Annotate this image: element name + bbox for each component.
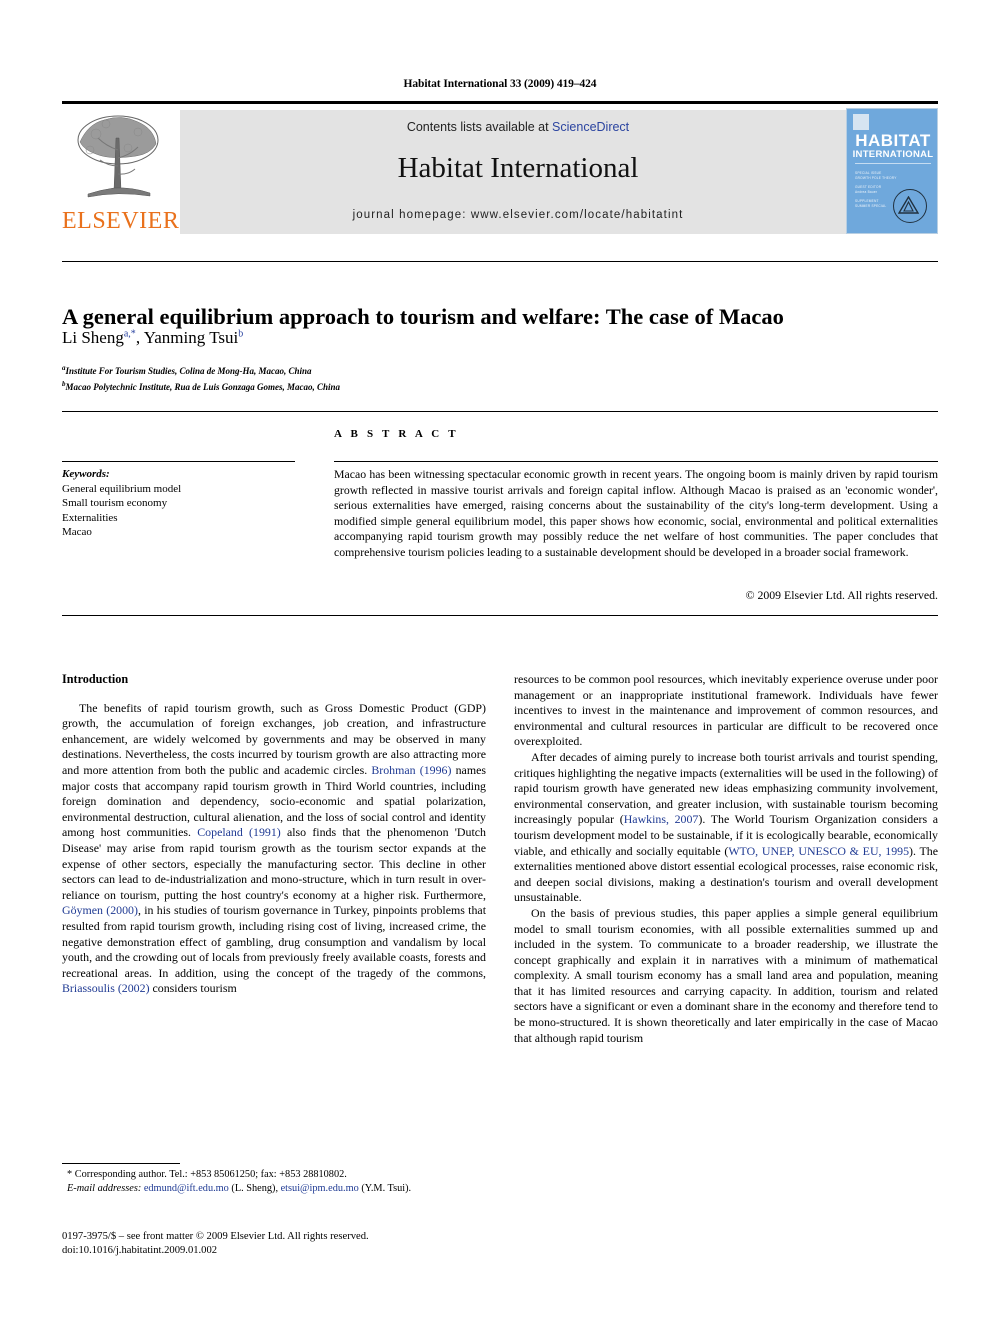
affiliation-text-b: Macao Polytechnic Institute, Rua de Luis… [65, 381, 341, 392]
elsevier-logo: ELSEVIER [62, 108, 180, 237]
paragraph: On the basis of previous studies, this p… [514, 905, 938, 1045]
journal-homepage-link[interactable]: journal homepage: www.elsevier.com/locat… [180, 209, 856, 221]
cover-divider [855, 163, 931, 164]
email-link-2[interactable]: etsui@ipm.edu.mo [281, 1183, 359, 1194]
body-column-left: Introduction The benefits of rapid touri… [62, 672, 486, 997]
citation-link[interactable]: Göymen (2000) [62, 903, 138, 917]
affiliation-a: aInstitute For Tourism Studies, Colina d… [62, 362, 938, 378]
citation-link[interactable]: Briassoulis (2002) [62, 981, 150, 995]
page-title: A general equilibrium approach to touris… [62, 304, 784, 330]
paper-page: Habitat International 33 (2009) 419–424 [0, 0, 992, 1323]
elsevier-tree-icon [68, 110, 168, 208]
abstract-heading: A B S T R A C T [334, 428, 459, 440]
paragraph: After decades of aiming purely to increa… [514, 749, 939, 905]
journal-masthead: ELSEVIER Contents lists available at Sci… [62, 101, 938, 237]
footnote-rule [62, 1163, 180, 1164]
cover-micro-line-6: SUMMER SPECIAL [855, 204, 887, 208]
keyword-item: Macao [62, 526, 92, 538]
keywords-block: Keywords: General equilibrium model Smal… [62, 467, 312, 540]
journal-cover-thumbnail[interactable]: HABITAT INTERNATIONAL SPECIAL ISSUE GROW… [846, 108, 938, 234]
affiliation-text-a: Institute For Tourism Studies, Colina de… [65, 366, 312, 376]
corresponding-author-note: * Corresponding author. Tel.: +853 85061… [67, 1169, 347, 1180]
email-owner-1: (L. Sheng), [231, 1183, 279, 1194]
cover-micro-line-2: GROWTH POLE THEORY [855, 176, 897, 180]
doi-line[interactable]: doi:10.1016/j.habitatint.2009.01.002 [62, 1244, 502, 1258]
cover-emblem-icon [893, 189, 927, 223]
abstract-bottom-rule [62, 615, 938, 616]
cover-title-line2: INTERNATIONAL [852, 149, 934, 160]
email-link-1[interactable]: edmund@ift.edu.mo [144, 1183, 229, 1194]
author-mark-2: b [238, 328, 244, 340]
copyright-line: © 2009 Elsevier Ltd. All rights reserved… [745, 588, 938, 602]
citation-link[interactable]: Brohman (1996) [371, 763, 451, 777]
imprint-block: 0197-3975/$ – see front matter © 2009 El… [62, 1230, 502, 1258]
keyword-item: Small tourism economy [62, 497, 168, 509]
affiliation-b: bMacao Polytechnic Institute, Rua de Lui… [62, 378, 938, 394]
keywords-rule [62, 461, 295, 462]
abstract-top-rule [62, 411, 938, 412]
running-head: Habitat International 33 (2009) 419–424 [403, 78, 597, 90]
email-addresses-note: E-mail addresses: edmund@ift.edu.mo (L. … [62, 1182, 486, 1196]
cover-micro-line-4: Andrea Bauer [855, 190, 878, 194]
paragraph: The benefits of rapid tourism growth, su… [62, 700, 486, 996]
author-name-1: Li Sheng [62, 328, 124, 347]
affiliation-list: aInstitute For Tourism Studies, Colina d… [62, 362, 938, 393]
cover-micro-line-5: SUPPLEMENT [855, 199, 879, 203]
cover-elsevier-icon [853, 114, 869, 130]
keyword-item: General equilibrium model [62, 482, 182, 495]
sciencedirect-link[interactable]: ScienceDirect [552, 120, 629, 134]
citation-link[interactable]: Copeland (1991) [197, 825, 281, 839]
issn-line: 0197-3975/$ – see front matter © 2009 El… [62, 1231, 369, 1242]
cover-micro-line-3: GUEST EDITOR [855, 185, 882, 189]
section-heading-introduction: Introduction [62, 672, 129, 686]
footnote-block: * Corresponding author. Tel.: +853 85061… [62, 1168, 486, 1196]
body-column-right: resources to be common pool resources, w… [514, 672, 938, 1046]
title-separator [62, 261, 938, 262]
contents-lists-line: Contents lists available at ScienceDirec… [180, 120, 856, 134]
abstract-rule [334, 461, 938, 462]
contents-lists-text: Contents lists available at [406, 120, 553, 134]
author-list: Li Shenga,*, Yanming Tsuib [62, 328, 244, 347]
cover-title-line1: HABITAT [855, 131, 931, 150]
citation-link[interactable]: Hawkins, 2007 [624, 812, 699, 826]
author-mark-1: a,* [123, 328, 136, 340]
elsevier-wordmark: ELSEVIER [62, 208, 180, 234]
journal-band: Contents lists available at ScienceDirec… [180, 110, 856, 234]
paragraph: resources to be common pool resources, w… [514, 672, 938, 749]
cover-micro-line-1: SPECIAL ISSUE [855, 171, 882, 175]
keyword-item: Externalities [62, 511, 118, 524]
journal-title: Habitat International [397, 152, 639, 184]
author-name-2: Yanming Tsui [143, 328, 239, 347]
email-addresses-label: E-mail addresses: [67, 1183, 142, 1194]
citation-link[interactable]: WTO, UNEP, UNESCO & EU, 1995 [728, 844, 909, 858]
keywords-label: Keywords: [62, 468, 110, 480]
abstract-text: Macao has been witnessing spectacular ec… [334, 467, 938, 559]
email-owner-2: (Y.M. Tsui). [361, 1183, 412, 1194]
